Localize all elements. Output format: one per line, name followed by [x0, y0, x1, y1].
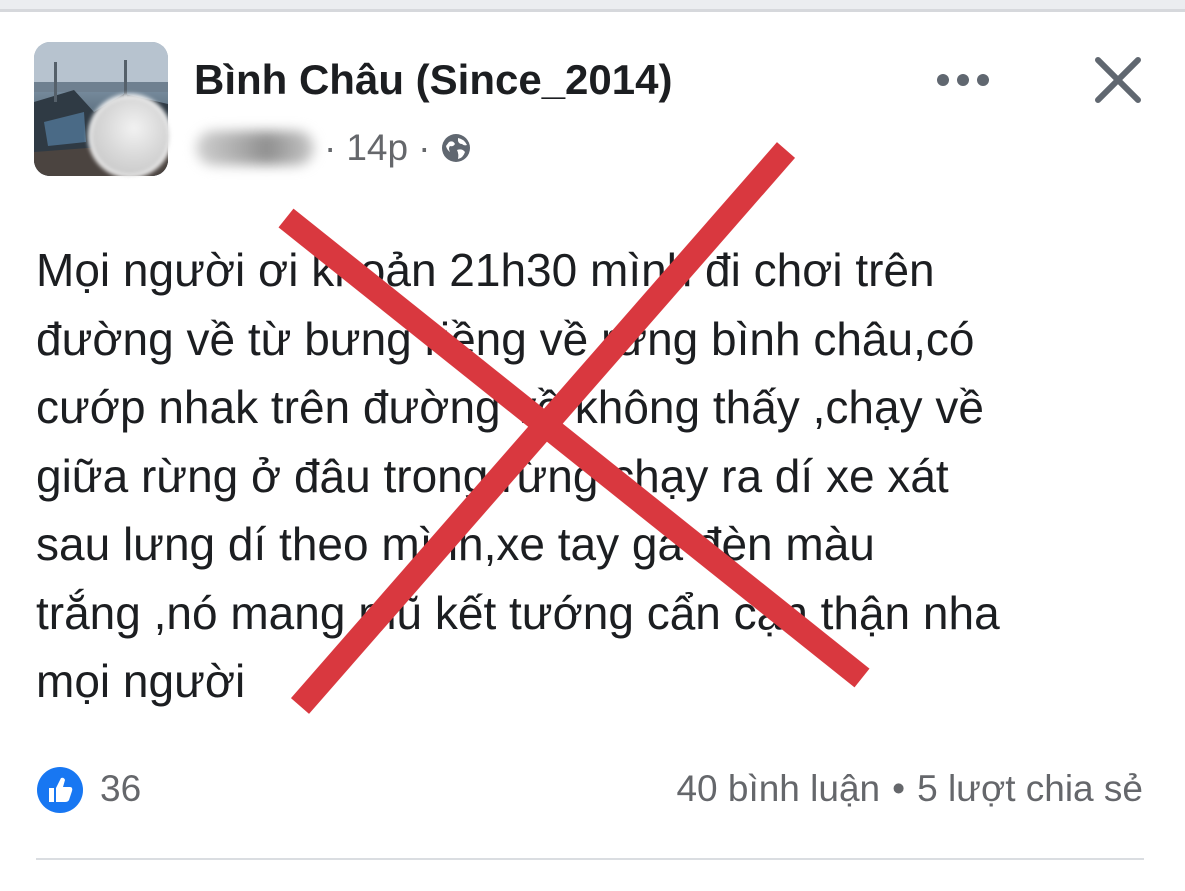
divider	[36, 858, 1144, 860]
meta-separator: ·	[418, 127, 431, 168]
top-strip	[0, 0, 1185, 12]
author-avatar[interactable]	[88, 94, 172, 178]
post-time[interactable]: 14p	[346, 127, 408, 169]
author-name-blurred[interactable]	[196, 131, 314, 165]
shares-count[interactable]: 5 lượt chia sẻ	[917, 768, 1143, 810]
like-icon[interactable]	[36, 766, 84, 814]
comments-count[interactable]: 40 bình luận	[676, 768, 880, 810]
close-button[interactable]	[1088, 50, 1148, 110]
more-options-dot	[957, 74, 969, 86]
more-options-dot	[977, 74, 989, 86]
close-icon	[1095, 57, 1141, 103]
more-options-button[interactable]	[930, 64, 996, 96]
meta-separator: ·	[324, 127, 337, 168]
post-avatar-group[interactable]	[34, 42, 172, 178]
post-text: Mọi người ơi khoản 21h30 mình đi chơi tr…	[36, 244, 1000, 707]
post-meta: · 14p ·	[196, 126, 472, 170]
separator-dot: •	[892, 768, 906, 809]
more-options-icon	[937, 74, 949, 86]
engagement-summary: 40 bình luận • 5 lượt chia sẻ	[676, 768, 1143, 810]
group-name[interactable]: Bình Châu (Since_2014)	[194, 56, 672, 104]
reaction-count[interactable]: 36	[100, 768, 141, 810]
globe-icon	[442, 134, 471, 162]
